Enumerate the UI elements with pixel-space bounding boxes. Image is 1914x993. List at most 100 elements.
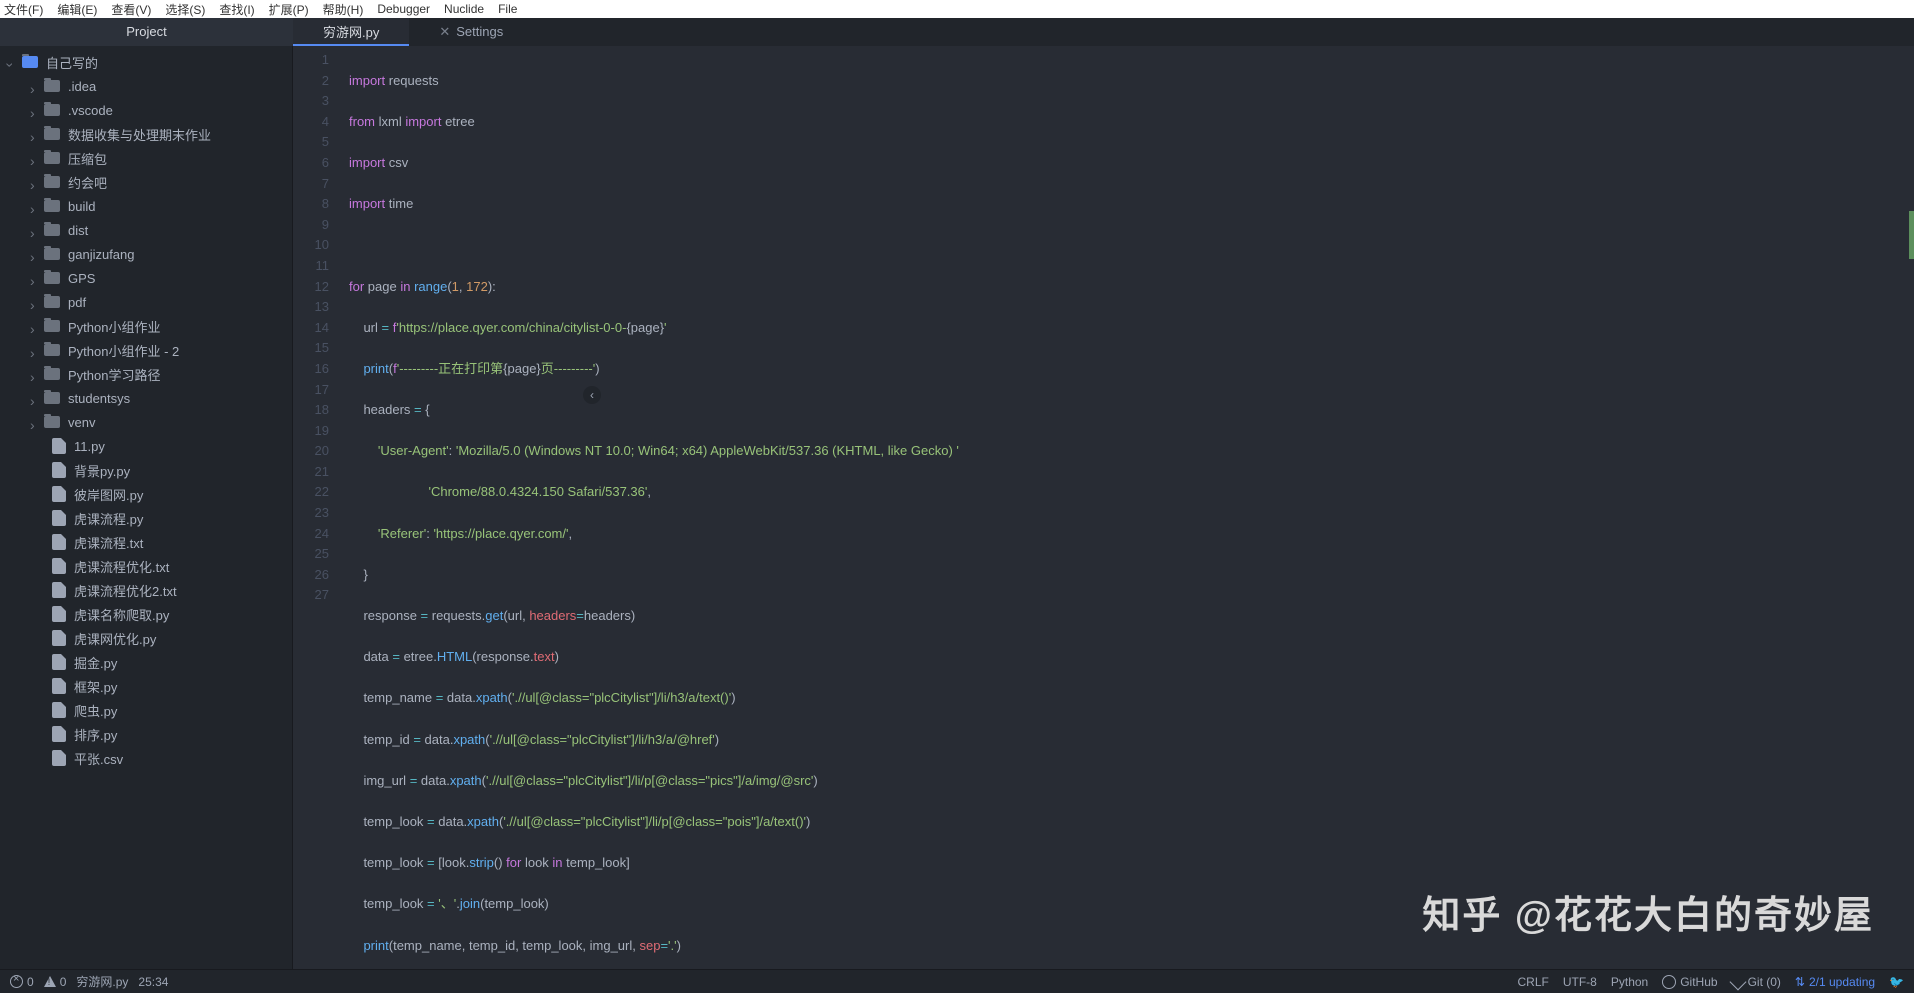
tree-file[interactable]: 11.py (0, 434, 292, 458)
menu-packages[interactable]: 扩展(P) (269, 1, 309, 18)
tree-folder[interactable]: GPS (0, 266, 292, 290)
tree-folder[interactable]: studentsys (0, 386, 292, 410)
tree-file[interactable]: 虎课流程.py (0, 506, 292, 530)
file-icon (52, 558, 66, 574)
file-icon (52, 486, 66, 502)
tree-folder[interactable]: venv (0, 410, 292, 434)
chevron-right-icon (30, 417, 40, 427)
file-icon (52, 582, 66, 598)
tree-label: 彼岸图网.py (74, 485, 143, 504)
tree-label: dist (68, 223, 88, 238)
file-icon (52, 750, 66, 766)
chevron-right-icon (30, 369, 40, 379)
tree-label: ganjizufang (68, 247, 135, 262)
tree-folder[interactable]: build (0, 194, 292, 218)
folder-icon (44, 272, 60, 284)
chevron-right-icon (30, 297, 40, 307)
tree-label: 约会吧 (68, 173, 107, 192)
github-icon (1662, 975, 1676, 989)
code-editor[interactable]: 1234567891011121314151617181920212223242… (293, 46, 1914, 969)
tree-folder[interactable]: .vscode (0, 98, 292, 122)
status-language[interactable]: Python (1611, 975, 1648, 989)
tree-file[interactable]: 虎课流程优化2.txt (0, 578, 292, 602)
tree-file[interactable]: 框架.py (0, 674, 292, 698)
file-icon (52, 438, 66, 454)
tree-folder[interactable]: Python小组作业 - 2 (0, 338, 292, 362)
tree-file[interactable]: 虎课流程优化.txt (0, 554, 292, 578)
tree-file[interactable]: 平张.csv (0, 746, 292, 770)
tree-label: 背景py.py (74, 461, 130, 480)
tab-settings[interactable]: ✕Settings (409, 18, 533, 46)
status-fetch[interactable]: ⇅ 2/1 updating (1795, 975, 1875, 989)
chevron-right-icon (30, 177, 40, 187)
menu-nuclide[interactable]: Nuclide (444, 2, 484, 16)
file-icon (52, 510, 66, 526)
menu-file[interactable]: 文件(F) (4, 1, 43, 18)
tree-label: 掘金.py (74, 653, 117, 672)
tree-folder[interactable]: 压缩包 (0, 146, 292, 170)
tree-file[interactable]: 背景py.py (0, 458, 292, 482)
status-errors[interactable]: 0 (10, 975, 34, 989)
status-cursor[interactable]: 25:34 (138, 975, 168, 989)
file-icon (52, 630, 66, 646)
minimap-marker (1909, 211, 1914, 259)
tree-file[interactable]: 虎课名称爬取.py (0, 602, 292, 626)
status-encoding[interactable]: UTF-8 (1563, 975, 1597, 989)
tree-folder[interactable]: Python学习路径 (0, 362, 292, 386)
tree-label: 虎课流程优化.txt (74, 557, 169, 576)
status-github[interactable]: GitHub (1662, 975, 1717, 989)
status-warnings[interactable]: 0 (44, 975, 67, 989)
folder-icon (44, 320, 60, 332)
tree-label: 虎课流程优化2.txt (74, 581, 177, 600)
git-branch-icon (1729, 973, 1746, 990)
tree-label: 数据收集与处理期末作业 (68, 125, 211, 144)
chevron-right-icon (30, 393, 40, 403)
folder-icon (44, 200, 60, 212)
tab-project[interactable]: Project (0, 18, 293, 46)
folder-icon (44, 368, 60, 380)
tree-folder[interactable]: 数据收集与处理期末作业 (0, 122, 292, 146)
status-git[interactable]: Git (0) (1732, 975, 1781, 989)
tree-file[interactable]: 彼岸图网.py (0, 482, 292, 506)
tree-root[interactable]: 自己写的 (0, 50, 292, 74)
minimap-rail[interactable] (1909, 46, 1914, 969)
tree-label: .idea (68, 79, 96, 94)
tree-label: Python小组作业 - 2 (68, 341, 179, 360)
chevron-right-icon (30, 273, 40, 283)
tree-file[interactable]: 掘金.py (0, 650, 292, 674)
menu-view[interactable]: 查看(V) (111, 1, 151, 18)
file-icon (52, 654, 66, 670)
menu-help[interactable]: 帮助(H) (323, 1, 364, 18)
tree-folder[interactable]: 约会吧 (0, 170, 292, 194)
menu-file2[interactable]: File (498, 2, 517, 16)
tree-file[interactable]: 虎课网优化.py (0, 626, 292, 650)
file-icon (52, 702, 66, 718)
tree-file[interactable]: 虎课流程.txt (0, 530, 292, 554)
tree-label: 爬虫.py (74, 701, 117, 720)
menu-debugger[interactable]: Debugger (377, 2, 430, 16)
tree-folder[interactable]: dist (0, 218, 292, 242)
tree-file[interactable]: 爬虫.py (0, 698, 292, 722)
code-area[interactable]: import requests from lxml import etree i… (341, 46, 1909, 969)
tree-folder[interactable]: .idea (0, 74, 292, 98)
tree-label: build (68, 199, 95, 214)
tree-folder[interactable]: pdf (0, 290, 292, 314)
tree-label: 虎课流程.py (74, 509, 143, 528)
tree-file[interactable]: 排序.py (0, 722, 292, 746)
chevron-right-icon (30, 201, 40, 211)
status-filename[interactable]: 穷游网.py (76, 973, 128, 990)
status-eol[interactable]: CRLF (1518, 975, 1549, 989)
tree-folder[interactable]: Python小组作业 (0, 314, 292, 338)
panel-toggle-icon[interactable]: ‹ (583, 386, 601, 404)
tree-folder[interactable]: ganjizufang (0, 242, 292, 266)
menu-edit[interactable]: 编辑(E) (57, 1, 97, 18)
menu-select[interactable]: 选择(S) (165, 1, 205, 18)
twitter-icon[interactable]: 🐦 (1889, 975, 1904, 989)
tree-label: venv (68, 415, 95, 430)
tab-current-file[interactable]: 穷游网.py (293, 18, 409, 46)
folder-icon (44, 392, 60, 404)
project-tree[interactable]: 自己写的 .idea .vscode 数据收集与处理期末作业压缩包约会吧 build d… (0, 46, 293, 969)
tree-label: 虎课名称爬取.py (74, 605, 169, 624)
tree-label: .vscode (68, 103, 113, 118)
menu-find[interactable]: 查找(I) (219, 1, 254, 18)
